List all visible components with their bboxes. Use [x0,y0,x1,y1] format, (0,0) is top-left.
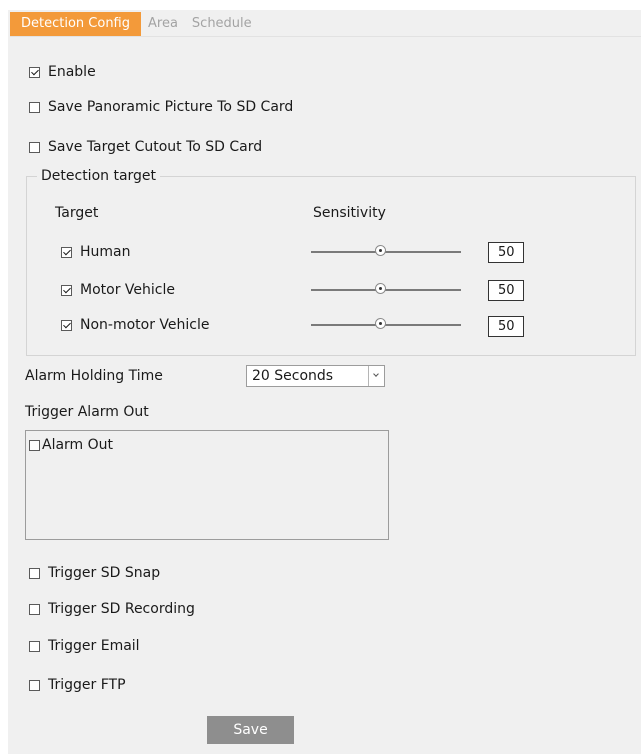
tab-schedule[interactable]: Schedule [185,12,259,36]
enable-checkbox[interactable] [29,66,40,78]
save-panoramic-option: Save Panoramic Picture To SD Card [29,97,293,117]
save-cutout-option: Save Target Cutout To SD Card [29,137,262,157]
target-row-human: Human [61,242,131,262]
save-panoramic-label: Save Panoramic Picture To SD Card [48,99,294,115]
enable-option: Enable [29,62,96,82]
tab-detection-config[interactable]: Detection Config [10,12,141,36]
non-motor-vehicle-sensitivity-value[interactable]: 50 [488,316,524,337]
trigger-alarm-out-label: Trigger Alarm Out [25,404,149,420]
target-row-non-motor-vehicle: Non-motor Vehicle [61,315,210,335]
non-motor-vehicle-sensitivity-slider[interactable] [311,318,461,331]
trigger-sd-recording-label: Trigger SD Recording [48,601,195,617]
tab-area[interactable]: Area [141,12,185,36]
save-button[interactable]: Save [207,716,294,744]
motor-vehicle-checkbox[interactable] [61,284,72,296]
enable-label: Enable [48,64,96,80]
alarm-out-label: Alarm Out [42,437,114,453]
slider-track [311,289,461,291]
alarm-out-item: Alarm Out [29,436,113,454]
save-panoramic-checkbox[interactable] [29,101,40,113]
alarm-holding-value: 20 Seconds [252,368,334,384]
trigger-sd-snap-label: Trigger SD Snap [48,565,161,581]
motor-vehicle-label: Motor Vehicle [80,282,175,298]
human-sensitivity-slider[interactable] [311,245,461,258]
trigger-sd-recording-checkbox[interactable] [29,603,40,615]
sensitivity-column-header: Sensitivity [313,205,386,221]
slider-track [311,251,461,253]
human-checkbox[interactable] [61,246,72,258]
trigger-email-option: Trigger Email [29,636,140,656]
detection-target-legend: Detection target [41,168,157,184]
trigger-sd-recording-option: Trigger SD Recording [29,599,195,619]
alarm-out-list: Alarm Out [25,430,389,540]
save-cutout-label: Save Target Cutout To SD Card [48,139,263,155]
trigger-sd-snap-option: Trigger SD Snap [29,563,160,583]
save-cutout-checkbox[interactable] [29,141,40,153]
motor-vehicle-sensitivity-value[interactable]: 50 [488,280,524,301]
trigger-ftp-checkbox[interactable] [29,679,40,691]
motor-vehicle-sensitivity-slider[interactable] [311,283,461,296]
slider-thumb[interactable] [375,318,386,329]
slider-thumb[interactable] [375,283,386,294]
tab-bar: Detection Config Area Schedule [10,12,259,36]
alarm-out-checkbox[interactable] [29,439,40,451]
alarm-holding-select[interactable]: 20 Seconds [246,365,385,387]
human-label: Human [80,244,131,260]
trigger-email-checkbox[interactable] [29,640,40,652]
chevron-down-icon[interactable] [368,366,384,386]
human-sensitivity-value[interactable]: 50 [488,242,524,263]
target-row-motor-vehicle: Motor Vehicle [61,280,175,300]
tab-divider [10,36,641,37]
trigger-email-label: Trigger Email [48,638,140,654]
trigger-ftp-label: Trigger FTP [48,677,126,693]
trigger-sd-snap-checkbox[interactable] [29,567,40,579]
slider-thumb[interactable] [375,245,386,256]
slider-track [311,324,461,326]
non-motor-vehicle-label: Non-motor Vehicle [80,317,210,333]
target-column-header: Target [55,205,99,221]
alarm-holding-label: Alarm Holding Time [25,368,163,384]
non-motor-vehicle-checkbox[interactable] [61,319,72,331]
trigger-ftp-option: Trigger FTP [29,675,126,695]
